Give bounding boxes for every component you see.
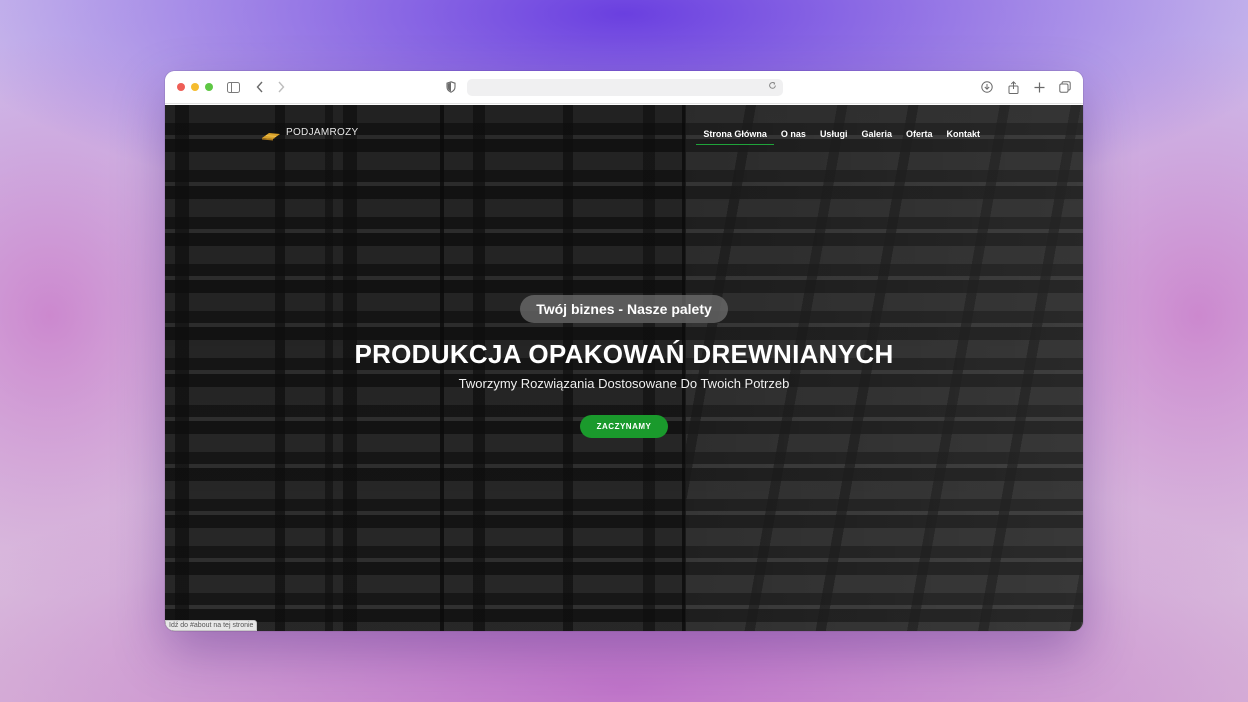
nav-item-strona-glowna[interactable]: Strona Główna [696, 129, 774, 145]
reload-icon[interactable] [766, 81, 779, 94]
hero-tagline-pill: Twój biznes - Nasze palety [520, 295, 728, 323]
nav-item-uslugi[interactable]: Usługi [813, 129, 855, 145]
site-navbar: PODJAMROZY Strona Główna O nas Usługi Ga… [165, 105, 1083, 165]
nav-item-o-nas[interactable]: O nas [774, 129, 813, 145]
back-icon[interactable] [253, 80, 267, 94]
zoom-window-button[interactable] [205, 83, 213, 91]
nav-item-kontakt[interactable]: Kontakt [940, 129, 988, 145]
link-status-bar: Idź do #about na tej stronie [165, 620, 258, 631]
window-controls [177, 83, 213, 91]
web-page: PODJAMROZY Strona Główna O nas Usługi Ga… [165, 105, 1083, 631]
sidebar-icon[interactable] [226, 80, 240, 94]
hero-headline: PRODUKCJA OPAKOWAŃ DREWNIANYCH [354, 339, 894, 369]
hero-content: Twój biznes - Nasze palety PRODUKCJA OPA… [165, 295, 1083, 438]
browser-window: PODJAMROZY Strona Główna O nas Usługi Ga… [165, 71, 1083, 631]
share-icon[interactable] [1006, 80, 1020, 94]
browser-toolbar [165, 71, 1083, 104]
download-icon[interactable] [980, 80, 994, 94]
main-menu: Strona Główna O nas Usługi Galeria Ofert… [696, 129, 987, 145]
shield-icon[interactable] [444, 80, 458, 94]
logo-icon [261, 128, 281, 140]
hero-subheadline: Tworzymy Rozwiązania Dostosowane Do Twoi… [458, 376, 790, 391]
start-button[interactable]: ZACZYNAMY [579, 415, 669, 438]
nav-item-oferta[interactable]: Oferta [899, 129, 940, 145]
tabs-overview-icon[interactable] [1058, 80, 1072, 94]
minimize-window-button[interactable] [191, 83, 199, 91]
nav-item-galeria[interactable]: Galeria [854, 129, 899, 145]
forward-icon[interactable] [274, 80, 288, 94]
logo-text: PODJAMROZY [286, 127, 359, 138]
address-bar[interactable] [467, 79, 783, 96]
close-window-button[interactable] [177, 83, 185, 91]
new-tab-icon[interactable] [1032, 80, 1046, 94]
site-logo[interactable]: PODJAMROZY [261, 127, 359, 140]
